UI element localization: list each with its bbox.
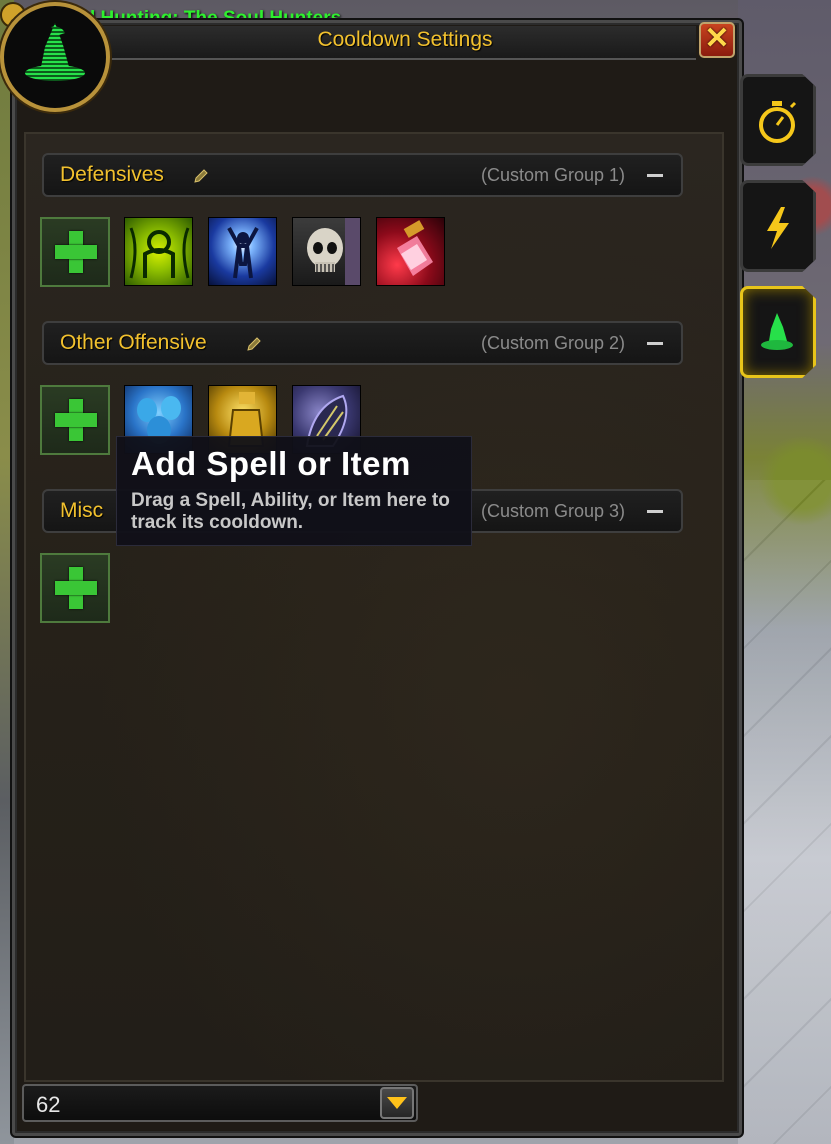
group-subtitle: (Custom Group 2) [480,333,625,353]
tooltip-body: Drag a Spell, Ability, or Item here to t… [131,490,450,533]
add-spell-tooltip: Add Spell or Item Drag a Spell, Ability,… [116,436,472,546]
skull-icon[interactable] [292,217,361,286]
plus-icon-horizontal [55,581,97,595]
plus-icon-horizontal [55,245,97,259]
group-header-defensives[interactable]: Defensives (Custom Group 1) [42,153,683,197]
pencil-icon[interactable] [246,336,262,352]
potion-icon[interactable] [376,217,445,286]
stopwatch-icon [759,101,797,143]
side-tab-cooldowns[interactable] [740,74,816,166]
spirit-form-icon[interactable] [208,217,277,286]
dropdown-toggle-button[interactable] [380,1087,414,1119]
chevron-down-icon [387,1097,407,1109]
lightning-bolt-icon [767,207,789,249]
add-spell-button[interactable] [40,553,110,623]
collapse-minus-icon[interactable] [647,174,663,177]
wizard-hat-icon [25,23,85,81]
plus-icon-horizontal [55,413,97,427]
tooltip-title: Add Spell or Item [131,445,411,482]
dropdown-value: 62 [36,1092,61,1117]
group-name: Misc [60,499,104,522]
value-dropdown[interactable]: 62 [22,1084,418,1122]
group-header-other-offensive[interactable]: Other Offensive (Custom Group 2) [42,321,683,365]
add-spell-button[interactable] [40,385,110,455]
rune-icon-art [129,227,190,279]
collapse-minus-icon[interactable] [647,342,663,345]
window-title: Cooldown Settings [317,28,493,51]
group-subtitle: (Custom Group 1) [480,165,625,185]
collapse-minus-icon[interactable] [647,510,663,513]
wizard-hat-icon [761,313,793,350]
pencil-icon[interactable] [193,168,209,184]
world-background-stone [738,480,831,1144]
skull-art [307,218,360,285]
group-name: Other Offensive [60,331,207,354]
potion-art [397,220,433,276]
portrait-wizard-hat-icon [0,2,110,112]
side-tab-lightning[interactable] [740,180,816,272]
spirit-form-art [227,227,259,279]
close-icon: ✕ [704,22,730,55]
group-name: Defensives [60,163,164,186]
add-spell-button[interactable] [40,217,110,287]
side-tab-wizard-hat[interactable] [740,286,816,378]
close-button[interactable]: ✕ [699,22,735,58]
group-subtitle: (Custom Group 3) [480,501,625,521]
rune-icon[interactable] [124,217,193,286]
